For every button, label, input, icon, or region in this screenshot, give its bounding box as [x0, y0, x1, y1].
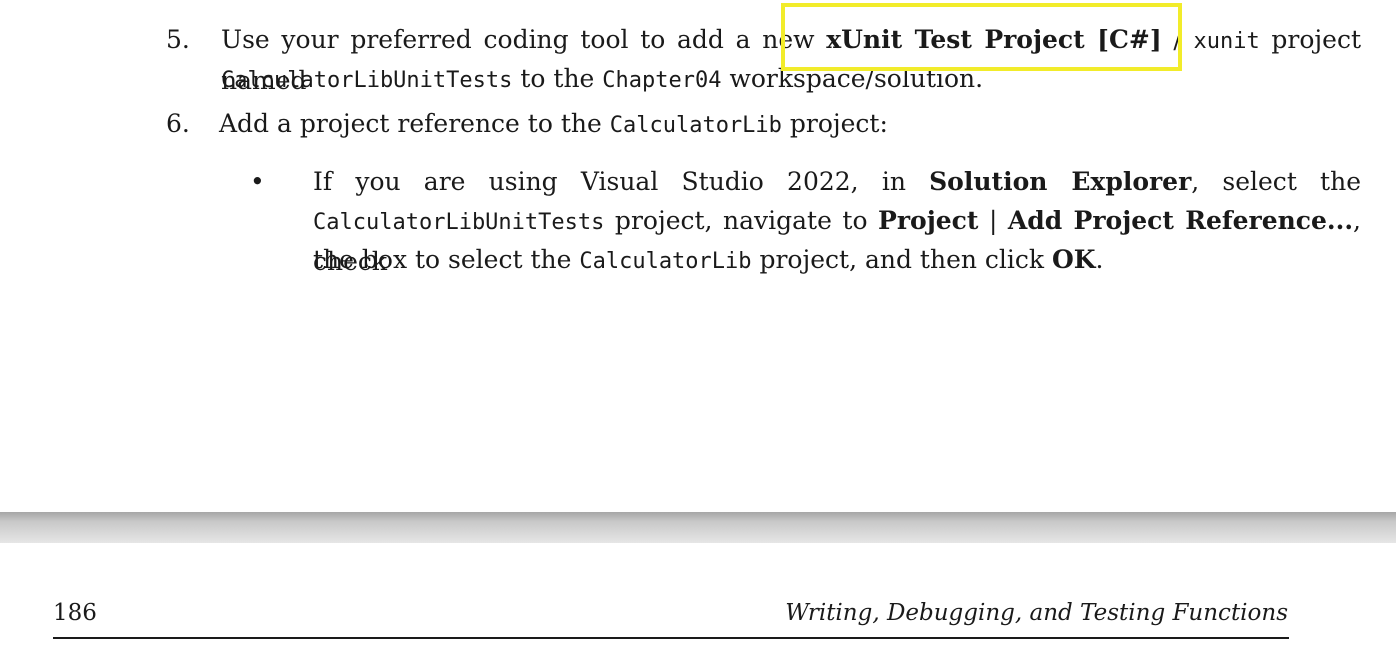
ok-label: OK: [1052, 245, 1096, 274]
add-project-reference-label: Add Project Reference...: [1007, 206, 1354, 235]
solution-explorer-label: Solution Explorer: [929, 167, 1192, 196]
menu-separator: |: [978, 206, 1008, 235]
xunit-test-project-label: xUnit Test Project [C#]: [826, 25, 1162, 54]
project-menu-label: Project: [878, 206, 979, 235]
page-content: 5. Use your preferred coding tool to add…: [0, 0, 1396, 512]
bullet-marker: •: [250, 167, 265, 196]
calculatorlibunittests-code-2: CalculatorLibUnitTests: [313, 210, 605, 235]
bullet-text-period: .: [1095, 245, 1104, 274]
bullet-line-3: the box to select the CalculatorLib proj…: [313, 240, 1103, 281]
step-6-text-start: Add a project reference to the: [219, 109, 610, 138]
page-separator: [0, 512, 1396, 543]
bullet-text-select: , select the: [1191, 167, 1362, 196]
bullet-text-box: the box to select the: [313, 245, 580, 274]
step-5-text: Use your preferred coding tool to add a …: [221, 25, 827, 54]
calculatorlib-code-2: CalculatorLib: [579, 249, 752, 274]
page-number: 186: [53, 600, 97, 626]
step-6-text: Add a project reference to the Calculato…: [219, 104, 888, 145]
separator-text: /: [1161, 25, 1194, 54]
bullet-line-1: If you are using Visual Studio 2022, in …: [313, 162, 1361, 201]
step-5-text-to: to the: [512, 64, 603, 93]
chapter04-code: Chapter04: [602, 68, 722, 93]
step-6-text-end: project:: [781, 109, 888, 138]
footer-divider: [53, 637, 1289, 639]
step-5-text-workspace: workspace/solution.: [721, 64, 984, 93]
chapter-title: Writing, Debugging, and Testing Function…: [785, 600, 1288, 626]
calculatorlibunittests-code: CalculatorLibUnitTests: [221, 68, 513, 93]
bullet-text-click: project, and then click: [751, 245, 1053, 274]
xunit-code: xunit: [1193, 29, 1260, 54]
bullet-text-start: If you are using Visual Studio 2022, in: [313, 167, 930, 196]
calculatorlib-code: CalculatorLib: [609, 113, 782, 138]
step-number-5: 5.: [166, 25, 190, 54]
bullet-text-navigate: project, navigate to: [604, 206, 879, 235]
step-number-6: 6.: [166, 109, 190, 138]
step-5-text-line-2: CalculatorLibUnitTests to the Chapter04 …: [221, 59, 983, 100]
